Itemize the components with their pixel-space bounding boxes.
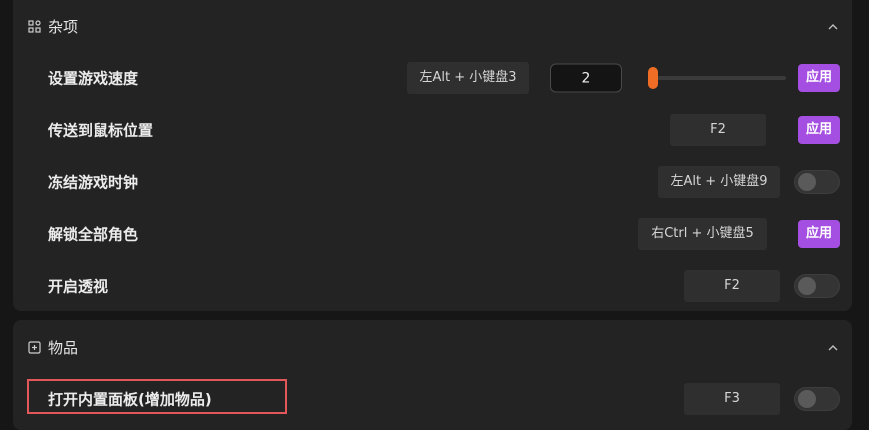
row-label: 传送到鼠标位置 [48,121,154,140]
plus-box-icon [27,340,41,354]
hotkey-badge[interactable]: 左Alt + 小键盘9 [658,166,780,198]
chevron-up-icon[interactable] [826,19,840,33]
section-items: 物品 打开内置面板(增加物品) F3 [13,320,852,430]
section-misc-header[interactable]: 杂项 [13,0,852,52]
row-label: 解锁全部角色 [48,225,139,244]
hotkey-badge[interactable]: 右Ctrl + 小键盘5 [638,218,767,250]
hotkey-badge[interactable]: F2 [670,114,766,146]
toggle-freeze-clock[interactable] [794,170,840,194]
apply-button-teleport[interactable]: 应用 [798,116,840,144]
section-items-header[interactable]: 物品 [13,320,852,374]
row-label: 冻结游戏时钟 [48,173,139,192]
hotkey-badge[interactable]: F2 [684,270,780,302]
toggle-xray[interactable] [794,274,840,298]
row-label: 设置游戏速度 [48,69,139,88]
highlight-box [27,379,287,414]
row-unlock-characters: 解锁全部角色 右Ctrl + 小键盘5 应用 [13,208,852,260]
apps-grid-icon [27,19,41,33]
row-teleport-mouse: 传送到鼠标位置 F2 应用 [13,104,852,156]
speed-input[interactable]: 2 [550,63,622,93]
hotkey-badge[interactable]: 左Alt + 小键盘3 [407,62,529,94]
speed-slider[interactable] [648,67,786,89]
row-label: 开启透视 [48,277,109,296]
toggle-builtin-panel[interactable] [794,387,840,411]
slider-track [649,76,786,80]
row-enable-xray: 开启透视 F2 [13,260,852,312]
section-items-title: 物品 [48,338,79,357]
apply-button-unlock[interactable]: 应用 [798,220,840,248]
toggle-knob [798,277,816,295]
row-freeze-clock: 冻结游戏时钟 左Alt + 小键盘9 [13,156,852,208]
toggle-knob [798,390,816,408]
section-misc-title: 杂项 [48,17,79,36]
toggle-knob [798,173,816,191]
row-game-speed: 设置游戏速度 左Alt + 小键盘3 2 应用 [13,52,852,104]
section-misc: 杂项 设置游戏速度 左Alt + 小键盘3 2 应用 传送到鼠标位置 F2 应用… [13,0,852,311]
slider-thumb[interactable] [648,67,658,89]
apply-button-speed[interactable]: 应用 [798,64,840,92]
chevron-up-icon[interactable] [826,340,840,354]
hotkey-badge[interactable]: F3 [684,383,780,415]
